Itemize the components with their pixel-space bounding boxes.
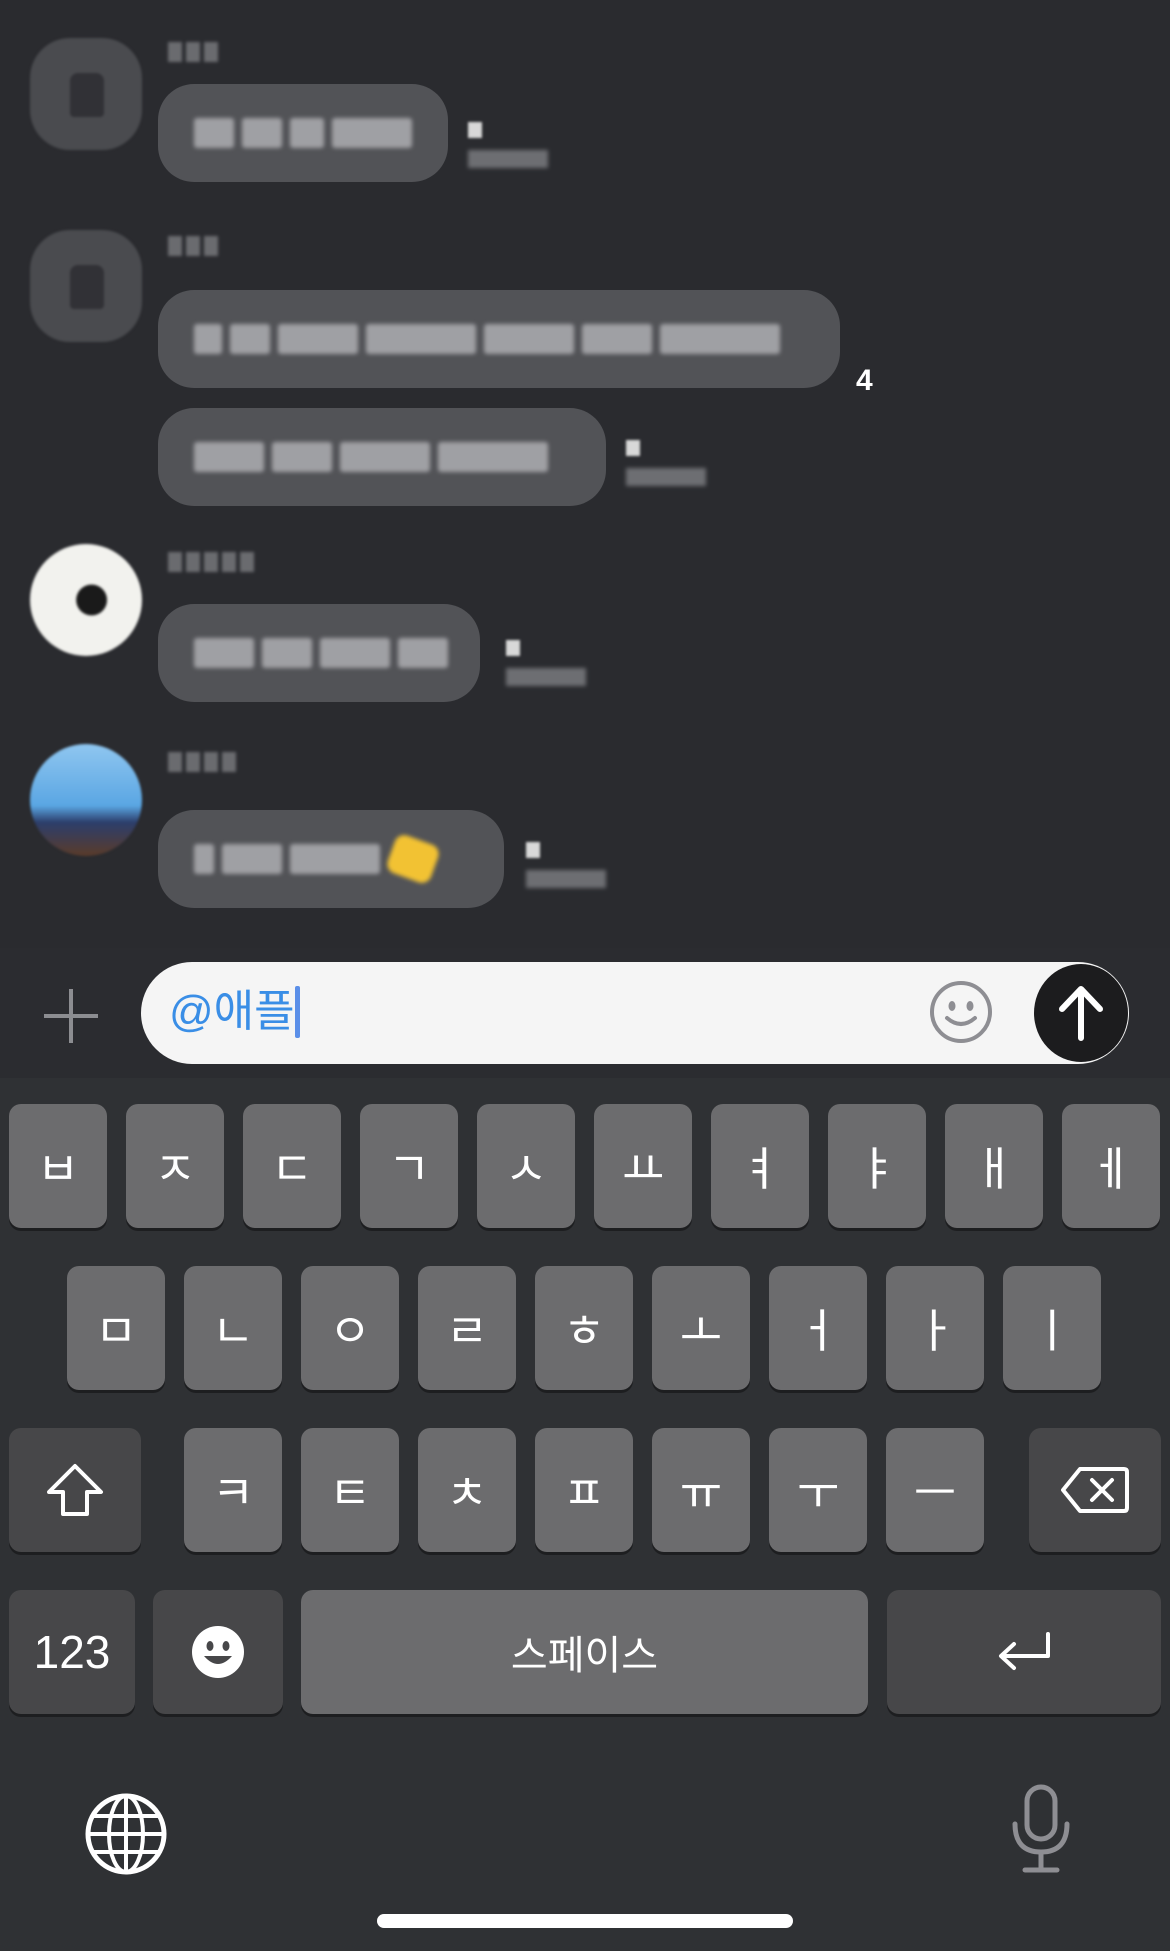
key-row3-4[interactable]: ㅠ — [652, 1428, 750, 1552]
unread-indicator — [468, 122, 482, 138]
send-button[interactable] — [1034, 964, 1128, 1062]
numbers-key[interactable]: 123 — [9, 1590, 135, 1714]
key-row1-2[interactable]: ㄷ — [243, 1104, 341, 1228]
delete-key[interactable] — [1029, 1428, 1161, 1552]
sender-name — [168, 752, 236, 778]
return-key[interactable] — [887, 1590, 1161, 1714]
unread-indicator — [506, 640, 520, 656]
emoji-key[interactable] — [153, 1590, 283, 1714]
globe-icon[interactable] — [84, 1792, 168, 1876]
message-time — [468, 150, 548, 168]
avatar[interactable] — [30, 230, 142, 342]
key-row2-2[interactable]: ㅇ — [301, 1266, 399, 1390]
key-row3-6[interactable]: ㅡ — [886, 1428, 984, 1552]
key-row2-4[interactable]: ㅎ — [535, 1266, 633, 1390]
message-time — [626, 468, 706, 486]
arrow-up-icon — [1059, 986, 1103, 1041]
text-caret — [295, 986, 300, 1038]
key-row3-0[interactable]: ㅋ — [184, 1428, 282, 1552]
key-row1-3[interactable]: ㄱ — [360, 1104, 458, 1228]
plus-icon[interactable] — [42, 987, 100, 1045]
key-row1-0[interactable]: ㅂ — [9, 1104, 107, 1228]
avatar[interactable] — [30, 744, 142, 856]
key-row2-7[interactable]: ㅏ — [886, 1266, 984, 1390]
unread-indicator — [526, 842, 540, 858]
key-row1-8[interactable]: ㅐ — [945, 1104, 1043, 1228]
key-row2-3[interactable]: ㄹ — [418, 1266, 516, 1390]
key-row2-5[interactable]: ㅗ — [652, 1266, 750, 1390]
key-row1-9[interactable]: ㅔ — [1062, 1104, 1160, 1228]
unread-indicator — [626, 440, 640, 456]
key-row2-8[interactable]: ㅣ — [1003, 1266, 1101, 1390]
key-row1-4[interactable]: ㅅ — [477, 1104, 575, 1228]
key-row2-0[interactable]: ㅁ — [67, 1266, 165, 1390]
key-row3-5[interactable]: ㅜ — [769, 1428, 867, 1552]
message-bubble[interactable] — [158, 810, 504, 908]
chat-area: 4 — [0, 0, 1170, 948]
key-row2-1[interactable]: ㄴ — [184, 1266, 282, 1390]
return-arrow-icon — [999, 1632, 1050, 1670]
key-row1-6[interactable]: ㅕ — [711, 1104, 809, 1228]
message-meta — [506, 640, 586, 686]
space-key[interactable]: 스페이스 — [301, 1590, 868, 1714]
message-input[interactable]: @애플 — [141, 962, 1129, 1064]
key-row3-3[interactable]: ㅍ — [535, 1428, 633, 1552]
shift-key[interactable] — [9, 1428, 141, 1552]
message-bubble[interactable] — [158, 408, 606, 506]
key-row1-7[interactable]: ㅑ — [828, 1104, 926, 1228]
numbers-key-label: 123 — [33, 1626, 111, 1678]
key-row1-1[interactable]: ㅈ — [126, 1104, 224, 1228]
sender-name — [168, 552, 254, 578]
backspace-icon — [1061, 1467, 1129, 1513]
message-meta — [526, 842, 606, 888]
key-row2-6[interactable]: ㅓ — [769, 1266, 867, 1390]
message-meta — [468, 122, 548, 168]
emoji-face-icon — [192, 1626, 244, 1678]
message-time — [526, 870, 606, 888]
sender-name — [168, 236, 218, 262]
key-row3-1[interactable]: ㅌ — [301, 1428, 399, 1552]
sender-name — [168, 42, 218, 68]
key-row3-2[interactable]: ㅊ — [418, 1428, 516, 1552]
message-bubble[interactable] — [158, 604, 480, 702]
avatar[interactable] — [30, 544, 142, 656]
message-input-text[interactable]: @애플 — [169, 986, 295, 1038]
shift-arrow-icon — [47, 1464, 103, 1516]
emoji — [384, 832, 442, 886]
smiley-icon[interactable] — [927, 978, 995, 1046]
key-row1-5[interactable]: ㅛ — [594, 1104, 692, 1228]
home-indicator — [377, 1914, 793, 1928]
read-count: 4 — [856, 364, 873, 397]
microphone-icon[interactable] — [1010, 1784, 1072, 1874]
message-bubble[interactable] — [158, 290, 840, 388]
avatar[interactable] — [30, 38, 142, 150]
message-time — [506, 668, 586, 686]
message-bubble[interactable] — [158, 84, 448, 182]
message-meta — [626, 440, 706, 486]
space-key-label: 스페이스 — [510, 1633, 659, 1679]
